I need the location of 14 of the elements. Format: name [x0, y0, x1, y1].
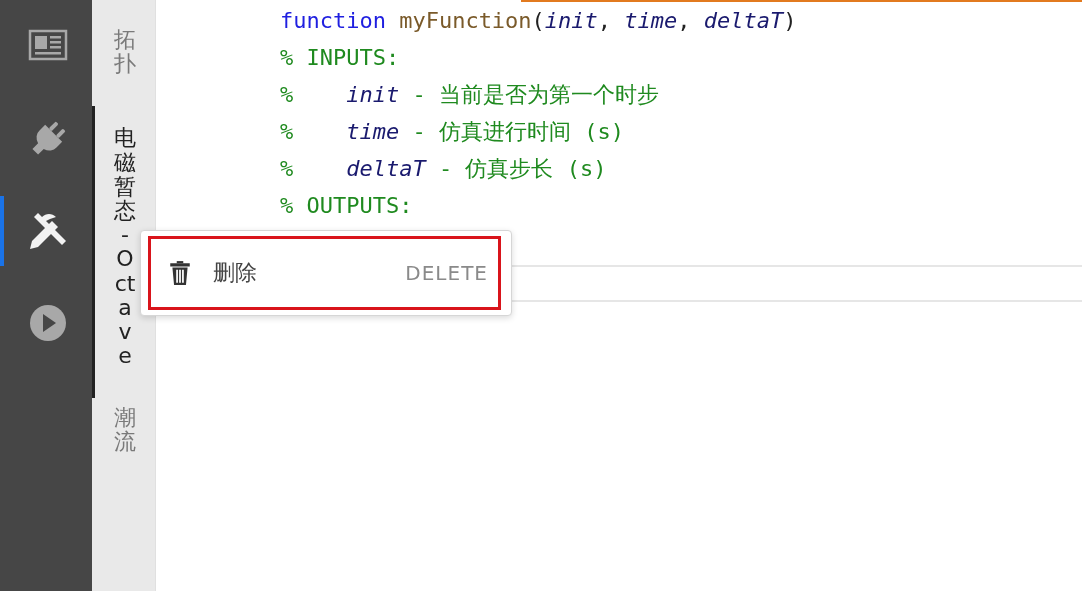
tools-icon[interactable] — [28, 211, 68, 251]
trash-icon — [167, 258, 193, 288]
code-line: % time - 仿真进行时间 (s) — [280, 118, 624, 146]
tab[interactable]: 拓扑 — [92, 20, 155, 107]
code-line: % deltaT - 仿真步长 (s) — [280, 155, 607, 183]
code-line: function myFunction(init, time, deltaT) — [280, 7, 797, 35]
code-line: % INPUTS: — [280, 44, 400, 72]
tab[interactable]: 潮流 — [92, 398, 155, 485]
code-line: % OUTPUTS: — [280, 192, 413, 220]
delete-menu-item[interactable]: 删除 DELETE — [148, 236, 501, 310]
shortcut-label: DELETE — [405, 261, 488, 285]
menu-label: 删除 — [213, 259, 258, 287]
play-icon[interactable] — [28, 303, 68, 343]
code-line: % init - 当前是否为第一个时步 — [280, 81, 659, 109]
